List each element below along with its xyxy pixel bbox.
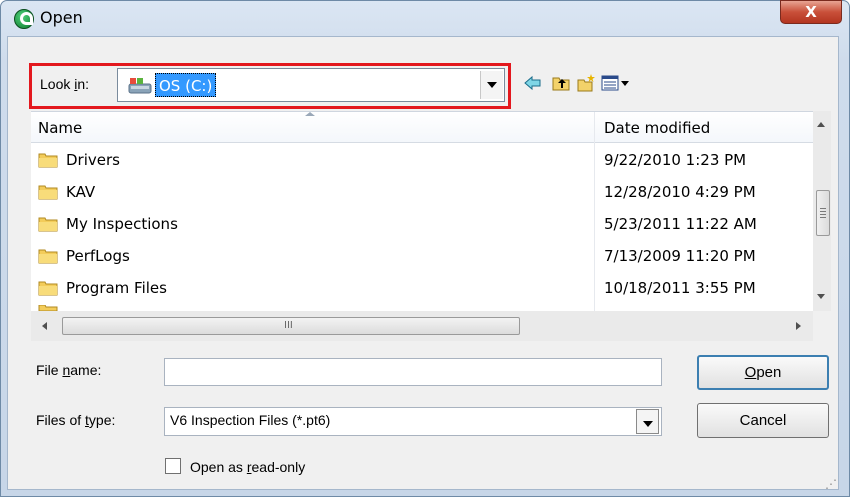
scroll-left-icon[interactable]: [42, 322, 47, 330]
file-name: Program Files: [66, 279, 167, 297]
title-bar[interactable]: Open X: [0, 0, 848, 36]
up-folder-icon[interactable]: [551, 73, 571, 93]
folder-icon: [38, 217, 58, 232]
file-date: 10/18/2011 3:55 PM: [604, 279, 756, 297]
sort-up-icon: [305, 112, 315, 116]
file-name: KAV: [66, 183, 96, 201]
file-name-input[interactable]: [164, 358, 662, 386]
read-only-label[interactable]: Open as read-only: [190, 459, 305, 475]
scroll-down-icon[interactable]: [817, 294, 825, 299]
back-arrow-icon[interactable]: [523, 73, 543, 93]
file-name: PerfLogs: [66, 247, 130, 265]
scroll-grip: III: [284, 320, 293, 331]
file-name: My Inspections: [66, 215, 178, 233]
view-menu-icon[interactable]: [601, 73, 631, 93]
look-in-highlight-annotation: [29, 63, 511, 109]
file-name: Drivers: [66, 151, 120, 169]
folder-icon: [38, 249, 58, 264]
file-type-label: Files of type:: [36, 412, 116, 428]
file-type-dropdown-button[interactable]: [636, 409, 659, 434]
chevron-down-icon: [643, 421, 653, 427]
folder-icon: [38, 153, 58, 168]
folder-icon: [38, 185, 58, 200]
new-folder-icon[interactable]: [576, 73, 596, 93]
file-type-value: V6 Inspection Files (*.pt6): [170, 412, 331, 428]
file-name-label: File name:: [36, 362, 102, 378]
close-icon: X: [805, 3, 817, 21]
column-header-name[interactable]: Name: [38, 119, 82, 137]
vertical-scroll-thumb[interactable]: [816, 190, 830, 236]
app-icon: [14, 9, 34, 29]
scroll-up-icon[interactable]: [817, 122, 825, 127]
column-header-date-modified[interactable]: Date modified: [604, 119, 710, 137]
cancel-button[interactable]: Cancel: [697, 403, 829, 438]
resize-grip[interactable]: ⋰: [825, 477, 837, 491]
file-date: 12/28/2010 4:29 PM: [604, 183, 756, 201]
close-button[interactable]: X: [780, 0, 842, 24]
scroll-right-icon[interactable]: [796, 322, 801, 330]
file-date: 9/22/2010 1:23 PM: [604, 151, 747, 169]
read-only-checkbox[interactable]: [165, 458, 181, 474]
open-button[interactable]: Open: [697, 355, 829, 390]
window-title: Open: [40, 8, 83, 27]
file-date: 7/13/2009 11:20 PM: [604, 247, 756, 265]
file-date: 5/23/2011 11:22 AM: [604, 215, 757, 233]
folder-icon: [38, 281, 58, 296]
